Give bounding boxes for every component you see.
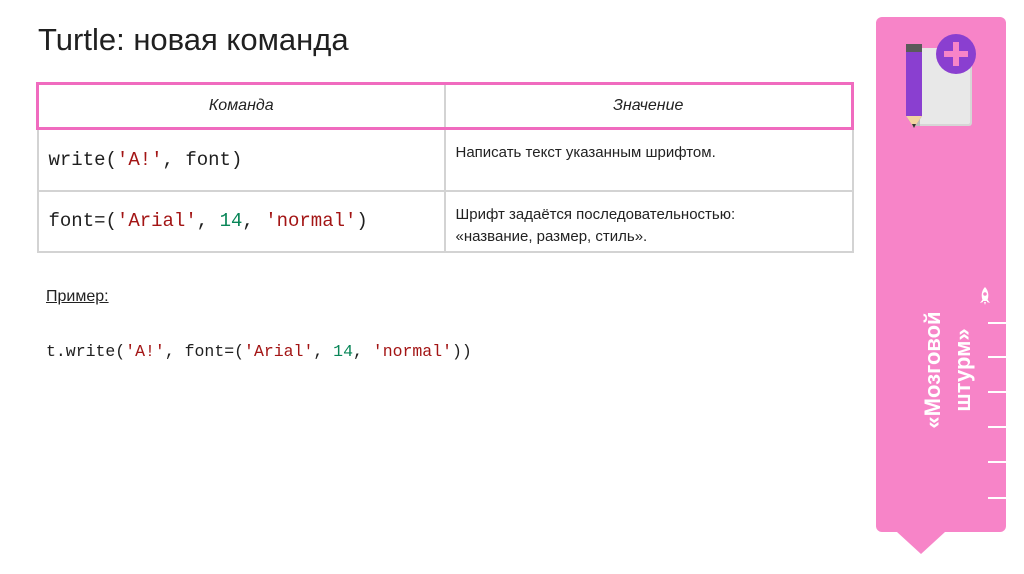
command-table: Команда Значение write('A!', font) Напис… — [36, 82, 854, 253]
table-header-row: Команда Значение — [36, 82, 854, 130]
ruler-tick — [988, 497, 1006, 499]
code-token: , — [352, 342, 373, 361]
table-row: font=('Arial', 14, 'normal') Шрифт задаё… — [36, 189, 854, 253]
header-value: Значение — [443, 82, 854, 130]
code-token: 'A!' — [125, 342, 165, 361]
ruler-tick — [988, 461, 1006, 463]
code-token: write( — [48, 148, 117, 171]
rocket-icon — [980, 287, 990, 305]
code-token: , — [242, 210, 266, 233]
example-label: Пример: — [46, 288, 109, 305]
banner-title: «Мозговой штурм» — [918, 290, 978, 450]
ruler-tick — [988, 391, 1006, 393]
command-cell: write('A!', font) — [36, 127, 446, 192]
code-token: t.write( — [46, 342, 126, 361]
ruler-tick — [988, 356, 1006, 358]
code-token: 'A!' — [116, 148, 163, 171]
code-token: font=( — [48, 210, 117, 233]
banner-title-line1: «Мозговой — [920, 311, 945, 429]
code-token: 14 — [219, 210, 243, 233]
code-token: 'Arial' — [244, 342, 314, 361]
code-token: , — [313, 342, 334, 361]
header-command: Команда — [36, 82, 446, 130]
code-token: 'Arial' — [116, 210, 197, 233]
code-token: )) — [452, 342, 472, 361]
table-row: write('A!', font) Написать текст указанн… — [36, 127, 854, 192]
code-token: 14 — [333, 342, 353, 361]
banner-title-line2: штурм» — [950, 328, 975, 412]
code-token: , — [196, 210, 220, 233]
code-token: ) — [356, 210, 368, 233]
description-cell: Написать текст указанным шрифтом. — [443, 127, 854, 192]
page-title: Turtle: новая команда — [38, 22, 349, 57]
code-token: 'normal' — [265, 210, 357, 233]
example-code: t.write('A!', font=('Arial', 14, 'normal… — [46, 342, 472, 361]
ruler-tick — [988, 322, 1006, 324]
code-token: 'normal' — [372, 342, 453, 361]
code-token: , font) — [162, 148, 243, 171]
code-token: , font=( — [164, 342, 245, 361]
command-cell: font=('Arial', 14, 'normal') — [36, 189, 446, 253]
banner-tail — [897, 532, 945, 554]
description-cell: Шрифт задаётся последовательностью: «наз… — [443, 189, 854, 253]
ruler-tick — [988, 426, 1006, 428]
notebook-pencil-plus-icon — [906, 34, 976, 128]
